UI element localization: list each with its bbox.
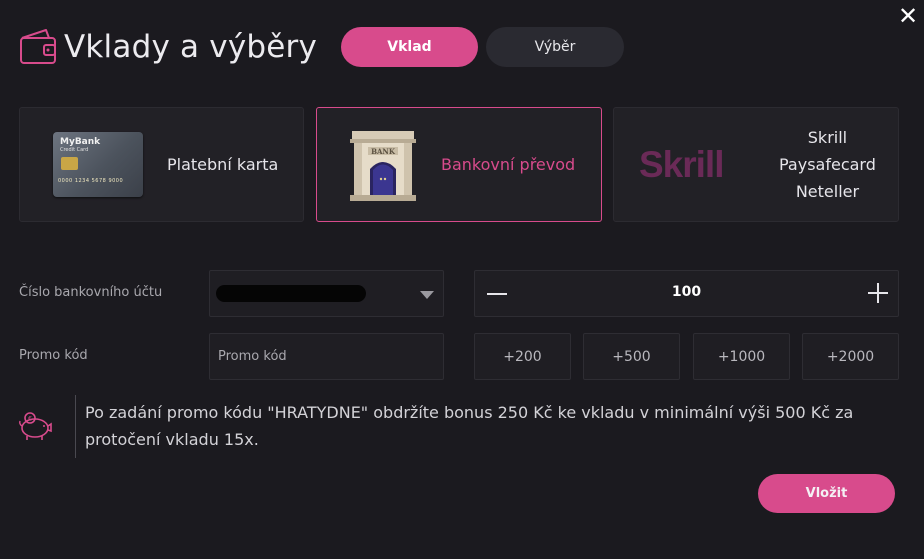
account-number-label: Číslo bankovního účtu xyxy=(19,285,163,300)
wallet-icon xyxy=(20,29,56,64)
promo-code-label: Promo kód xyxy=(19,348,88,363)
close-icon[interactable]: ✕ xyxy=(896,4,920,28)
ewallet-item: Skrill xyxy=(807,128,848,147)
quick-amount-500-button[interactable]: +500 xyxy=(583,333,680,380)
credit-card-image: MyBank Credit Card 0000 1234 5678 9000 xyxy=(53,132,143,197)
piggy-bank-icon: € xyxy=(19,412,52,440)
payment-method-ewallets[interactable]: Skrill Skrill Paysafecard Neteller xyxy=(613,107,899,222)
ewallet-item: Paysafecard xyxy=(779,155,876,174)
payment-method-bank-label: Bankovní převod xyxy=(441,155,576,174)
divider xyxy=(75,395,76,458)
submit-deposit-button[interactable]: Vložit xyxy=(758,474,895,513)
quick-amount-200-button[interactable]: +200 xyxy=(474,333,571,380)
ewallet-item: Neteller xyxy=(795,182,860,201)
account-number-select[interactable] xyxy=(209,270,444,317)
header: Vklady a výběry xyxy=(18,22,317,72)
promo-info-text: Po zadání promo kódu "HRATYDNE" obdržíte… xyxy=(85,403,854,449)
svg-text:€: € xyxy=(28,416,32,423)
promo-code-input[interactable] xyxy=(209,333,444,380)
skrill-logo: Skrill xyxy=(639,143,725,185)
amount-value[interactable]: 100 xyxy=(475,284,898,300)
chevron-down-icon xyxy=(420,291,434,299)
card-brand: MyBank xyxy=(60,137,101,147)
payment-method-card[interactable]: MyBank Credit Card 0000 1234 5678 9000 P… xyxy=(19,107,304,222)
card-subtitle: Credit Card xyxy=(60,147,89,153)
card-number: 0000 1234 5678 9000 xyxy=(58,178,124,184)
bank-building-icon: BANK xyxy=(350,130,416,201)
promo-info: € Po zadání promo kódu "HRATYDNE" obdrží… xyxy=(17,395,897,458)
bank-sign: BANK xyxy=(371,147,396,156)
quick-amount-2000-button[interactable]: +2000 xyxy=(802,333,899,380)
redacted-account-value xyxy=(216,285,366,302)
card-chip xyxy=(61,157,78,170)
payment-method-card-label: Platební karta xyxy=(167,155,279,174)
amount-stepper: 100 xyxy=(474,270,899,317)
quick-amount-1000-button[interactable]: +1000 xyxy=(693,333,790,380)
page-title: Vklady a výběry xyxy=(64,29,318,65)
payment-method-bank-transfer[interactable]: BANK Bankovní převod xyxy=(316,107,602,222)
ewallet-list: Skrill Paysafecard Neteller xyxy=(779,124,876,205)
tab-deposit[interactable]: Vklad xyxy=(341,27,478,67)
plus-icon[interactable] xyxy=(866,281,890,305)
tab-withdraw[interactable]: Výběr xyxy=(486,27,624,67)
